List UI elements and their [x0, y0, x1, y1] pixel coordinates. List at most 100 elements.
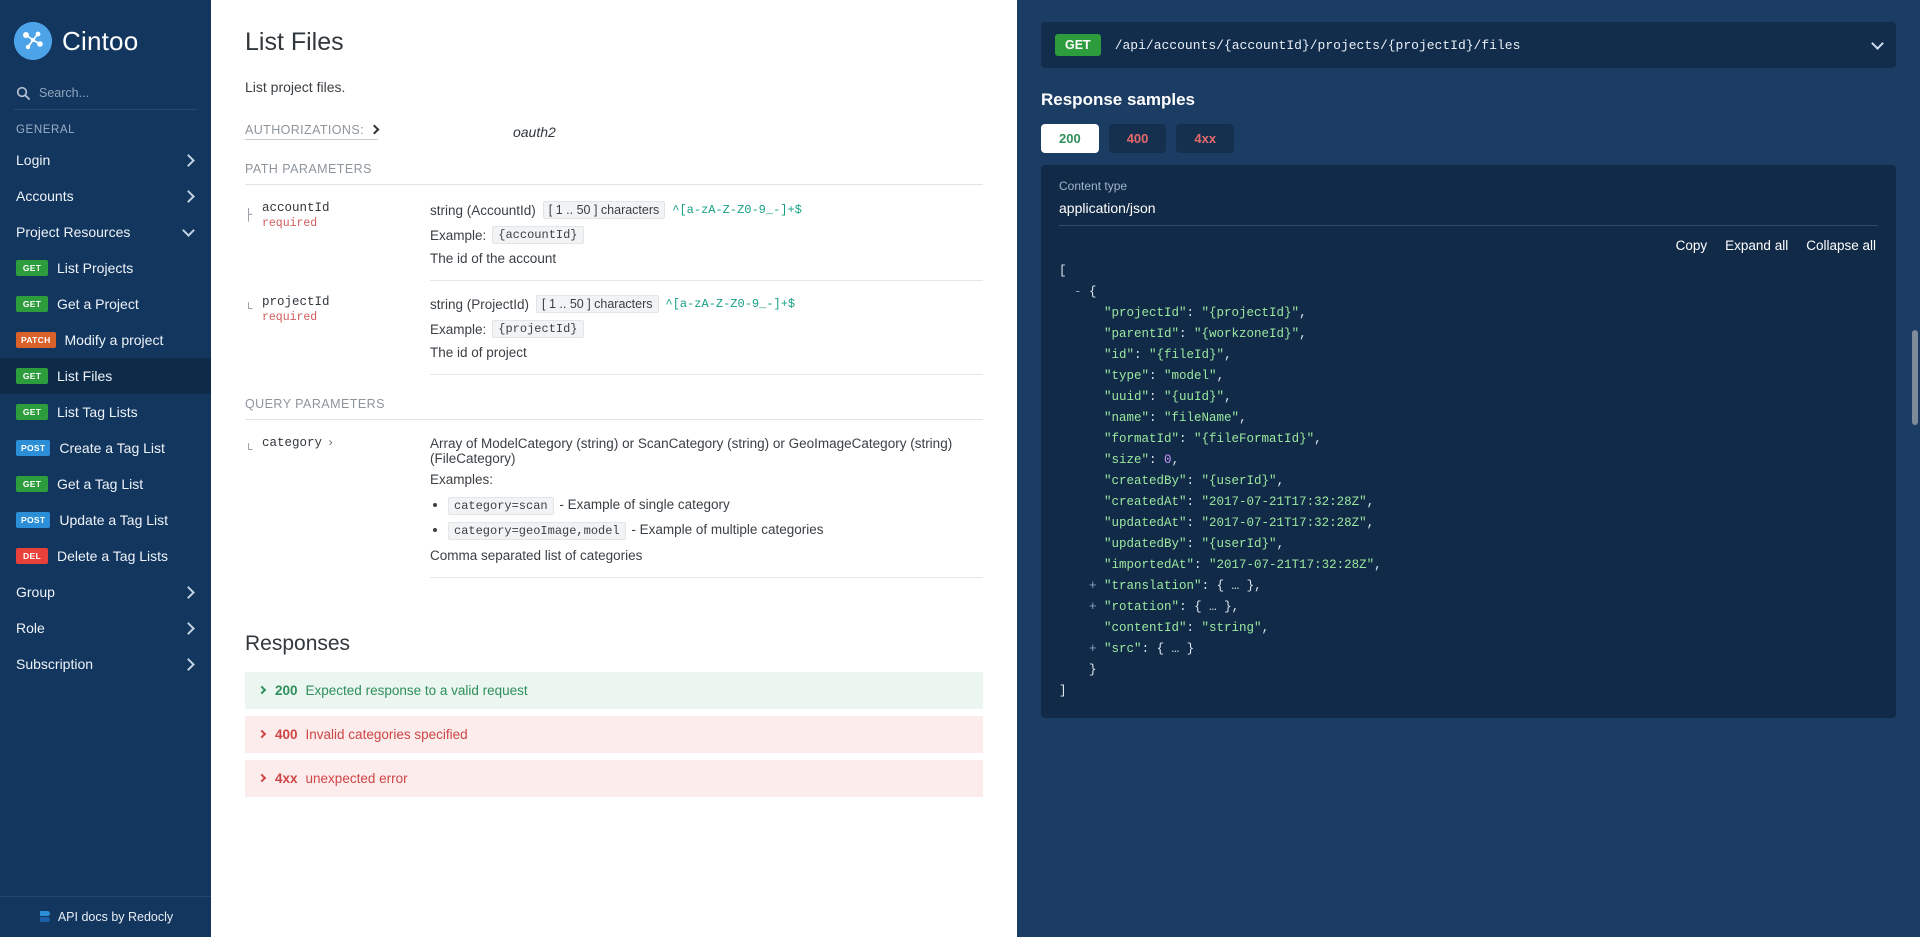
json-key: "formatId" [1104, 432, 1180, 446]
redocly-footer[interactable]: API docs by Redocly [0, 896, 211, 937]
parameter-name-cell: └ category › [245, 436, 430, 578]
query-parameters-heading: QUERY PARAMETERS [245, 397, 983, 420]
search-box[interactable] [14, 80, 197, 110]
parameter-description: The id of the account [430, 251, 557, 266]
sidebar-item-label: Project Resources [16, 224, 131, 240]
response-tab-400[interactable]: 400 [1108, 124, 1167, 153]
response-row-200[interactable]: 200 Expected response to a valid request [245, 671, 983, 709]
example-code: category=scan [448, 497, 554, 515]
response-tab-4xx[interactable]: 4xx [1176, 124, 1235, 153]
response-samples-title: Response samples [1041, 90, 1196, 109]
sidebar-item-label: Role [16, 620, 45, 636]
chevron-right-icon [257, 729, 267, 739]
sidebar-item-login[interactable]: Login [0, 142, 211, 178]
sidebar-item-update-a-tag-list[interactable]: POST Update a Tag List [0, 502, 211, 538]
response-tab-200[interactable]: 200 [1041, 124, 1099, 153]
responses-list: 200 Expected response to a valid request 4… [245, 671, 983, 797]
page-title: List Files [245, 28, 344, 56]
main-content: List Files List project files. AUTHORIZA… [211, 0, 1920, 937]
fold-toggle-icon[interactable]: + [1089, 642, 1097, 656]
code-line: "id": "{fileId}", [1104, 348, 1232, 362]
parameter-type: string (ProjectId) [430, 296, 530, 312]
sidebar-item-create-a-tag-list[interactable]: POST Create a Tag List [0, 430, 211, 466]
chevron-down-icon[interactable] [1871, 36, 1884, 50]
tree-connector-icon: └ [245, 302, 253, 316]
chevron-right-icon[interactable] [182, 621, 195, 635]
examples-list: category=scan - Example of single catego… [448, 495, 983, 541]
json-value: "{fileFormatId}" [1194, 432, 1315, 446]
sidebar-item-label: Get a Project [57, 296, 139, 312]
sidebar-item-label: Get a Tag List [57, 476, 144, 492]
json-key: "rotation" [1104, 600, 1180, 614]
sidebar-item-role[interactable]: Role [0, 610, 211, 646]
brand: Cintoo [0, 0, 211, 78]
search-icon [16, 86, 30, 100]
example-text: - Example of multiple categories [627, 522, 824, 538]
code-line: "updatedAt": "2017-07-21T17:32:28Z", [1104, 516, 1375, 530]
code-line: - { [1059, 282, 1878, 303]
parameter-constraint: [ 1 .. 50 ] characters [542, 201, 666, 219]
chevron-right-icon[interactable] [182, 585, 195, 599]
search-input[interactable] [39, 86, 197, 100]
code-line: "importedAt": "2017-07-21T17:32:28Z", [1104, 558, 1382, 572]
sidebar-item-label: Modify a project [64, 332, 164, 348]
response-status-code: 200 [275, 682, 298, 698]
code-line: "contentId": "string", [1104, 621, 1270, 635]
fold-toggle-icon[interactable]: - [1074, 285, 1082, 299]
sidebar-item-label: Create a Tag List [59, 440, 165, 456]
code-action-expand-all[interactable]: Expand all [1725, 238, 1788, 253]
example-label: Example: [430, 227, 487, 243]
json-value: "2017-07-21T17:32:28Z" [1201, 516, 1367, 530]
panel-scrollbar[interactable] [1912, 330, 1918, 425]
chevron-right-icon[interactable] [182, 153, 195, 167]
chevron-down-icon[interactable] [182, 223, 195, 237]
sidebar-item-modify-a-project[interactable]: PATCH Modify a project [0, 322, 211, 358]
example-label: Example: [430, 321, 487, 337]
sidebar-item-list-tag-lists[interactable]: GET List Tag Lists [0, 394, 211, 430]
sidebar-item-project-resources[interactable]: Project Resources [0, 214, 211, 250]
parameter-type-line: string (ProjectId) [ 1 .. 50 ] characters… [430, 295, 983, 313]
example-list-item: category=scan - Example of single catego… [448, 495, 983, 515]
sidebar-item-label: List Files [57, 368, 113, 384]
parameter-name: accountId [262, 201, 330, 215]
response-row-4xx[interactable]: 4xx unexpected error [245, 759, 983, 797]
json-key: "name" [1104, 411, 1150, 425]
endpoint-bar[interactable]: GET /api/accounts/{accountId}/projects/{… [1041, 22, 1896, 68]
fold-toggle-icon[interactable]: + [1089, 600, 1097, 614]
sidebar-item-label: Subscription [16, 656, 94, 672]
sidebar-item-subscription[interactable]: Subscription [0, 646, 211, 682]
sidebar-item-get-a-project[interactable]: GET Get a Project [0, 286, 211, 322]
query-parameters-table: └ category › Array of ModelCategory (string… [245, 422, 983, 578]
sidebar-item-list-projects[interactable]: GET List Projects [0, 250, 211, 286]
sidebar-item-label: Update a Tag List [59, 512, 169, 528]
json-value: "fileName" [1164, 411, 1240, 425]
code-action-collapse-all[interactable]: Collapse all [1806, 238, 1876, 253]
operation-doc: List Files List project files. AUTHORIZA… [211, 0, 1017, 937]
json-value: "2017-07-21T17:32:28Z" [1201, 495, 1367, 509]
content-type-value[interactable]: application/json [1059, 200, 1878, 226]
authorizations-label: AUTHORIZATIONS: [245, 123, 364, 137]
right-panel: GET /api/accounts/{accountId}/projects/{… [1017, 0, 1920, 937]
json-value: "{projectId}" [1201, 306, 1300, 320]
chevron-right-icon[interactable] [182, 657, 195, 671]
code-action-copy[interactable]: Copy [1676, 238, 1708, 253]
expand-parameter-icon[interactable]: › [327, 436, 334, 450]
fold-toggle-icon[interactable]: + [1089, 579, 1097, 593]
sidebar-item-delete-a-tag-lists[interactable]: DEL Delete a Tag Lists [0, 538, 211, 574]
json-value: { … } [1194, 600, 1232, 614]
sidebar-item-list-files[interactable]: GET List Files [0, 358, 211, 394]
response-row-400[interactable]: 400 Invalid categories specified [245, 715, 983, 753]
chevron-right-icon[interactable] [182, 189, 195, 203]
authorizations-toggle[interactable]: AUTHORIZATIONS: [245, 123, 380, 140]
sidebar: Cintoo GENERAL Login Accounts Project Reso… [0, 0, 211, 937]
code-line: + "translation": { … }, [1089, 579, 1262, 593]
sidebar-item-group[interactable]: Group [0, 574, 211, 610]
parameter-name-cell: └ projectId required [245, 295, 430, 375]
parameter-name: projectId [262, 295, 330, 309]
sidebar-item-get-a-tag-list[interactable]: GET Get a Tag List [0, 466, 211, 502]
sidebar-item-accounts[interactable]: Accounts [0, 178, 211, 214]
brand-name: Cintoo [62, 25, 139, 56]
json-key: "size" [1104, 453, 1150, 467]
response-description: Expected response to a valid request [305, 682, 528, 698]
parameter-type: Array of ModelCategory (string) or ScanC… [430, 436, 953, 466]
